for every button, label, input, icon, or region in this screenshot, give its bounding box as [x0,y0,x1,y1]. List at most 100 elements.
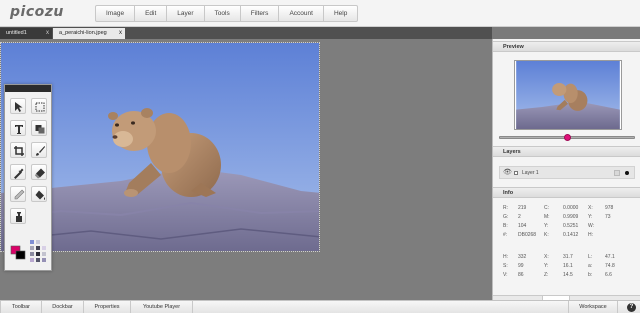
background-color-swatch [15,250,26,260]
info-row: V: 86 Z: 14.5 b: 6.6 [493,272,640,281]
info-value: 0.9909 [563,214,579,220]
app-logo: picozu [10,4,64,20]
tab-label: a_peraichi-lion.jpeg [59,30,107,36]
zoom-slider-handle[interactable] [564,134,571,141]
layer-thumbnail [614,170,620,176]
info-row: H: 332 X: 31.7 L: 47.1 [493,254,640,263]
info-value: 0.0000 [563,205,579,211]
info-label: S: [503,263,508,269]
clone-tool-icon[interactable] [10,208,26,224]
info-value: 14.5 [563,272,573,278]
info-value: 74.8 [605,263,615,269]
info-label: H: [588,232,593,238]
info-label: Z: [544,272,549,278]
info-header: Info [493,187,640,198]
shape-tool-icon[interactable] [31,120,47,136]
info-label: Y: [588,214,593,220]
color-swatches[interactable] [8,240,50,268]
info-row: R: 219 C: 0.0000 X: 978 [493,205,640,214]
info-value: 2 [518,214,521,220]
info-label: B: [503,223,508,229]
toolbox-panel[interactable] [4,84,52,271]
info-value: DB0268 [518,232,537,238]
info-value: 99 [518,263,524,269]
layer-active-dot-icon [625,171,629,175]
info-label: a: [588,263,593,269]
info-label: X: [544,254,549,260]
tab-label: untitled1 [6,30,27,36]
info-label: X: [588,205,593,211]
text-tool-icon[interactable] [10,120,26,136]
document-tabs: untitled1 x a_peraichi-lion.jpeg x [0,27,492,39]
info-label: C: [544,205,549,211]
smudge-tool-icon[interactable] [10,186,26,202]
info-label: V: [503,272,508,278]
info-label: #: [503,232,508,238]
info-label: W: [588,223,595,229]
layer-name: Layer 1 [522,170,539,176]
info-label: H: [503,254,508,260]
toolbar-toggle-button[interactable]: Toolbar [0,301,42,313]
info-value: 978 [605,205,614,211]
menu-bar: picozu Image Edit Layer Tools Filters Ac… [0,0,640,27]
info-label: K: [544,232,549,238]
fill-tool-icon[interactable] [31,186,47,202]
info-value: 47.1 [605,254,615,260]
marquee-tool-icon[interactable] [31,98,47,114]
info-label: Y: [544,263,549,269]
info-value: 0.5251 [563,223,579,229]
menu-filters[interactable]: Filters [240,5,280,22]
menu-edit[interactable]: Edit [135,5,168,22]
menu-image[interactable]: Image [95,5,136,22]
workspace-area [0,39,492,300]
properties-toggle-button[interactable]: Properties [84,301,131,313]
info-row: B: 104 Y: 0.5251 W: [493,223,640,232]
layer-checkbox[interactable] [514,171,518,175]
menu-help[interactable]: Help [323,5,359,22]
main-menu: Image Edit Layer Tools Filters Account H… [95,5,359,22]
info-label: R: [503,205,508,211]
menu-account[interactable]: Account [279,5,324,22]
zoom-slider[interactable] [499,134,635,141]
youtube-player-button[interactable]: Youtube Player [131,301,193,313]
info-label: M: [544,214,550,220]
toolbox-drag-handle[interactable] [5,85,51,92]
brush-tool-icon[interactable] [31,142,47,158]
menu-tools[interactable]: Tools [204,5,241,22]
info-label: L: [588,254,593,260]
info-value: 6.6 [605,272,612,278]
dockbar-toggle-button[interactable]: Dockbar [42,301,84,313]
preview-header: Preview [493,41,640,52]
info-row: G: 2 M: 0.9909 Y: 73 [493,214,640,223]
bottom-bar: Toolbar Dockbar Properties Youtube Playe… [0,300,640,313]
eyedropper-tool-icon[interactable] [10,164,26,180]
info-value: 31.7 [563,254,573,260]
tab-lion-image[interactable]: a_peraichi-lion.jpeg x [53,28,125,39]
info-value: 0.1412 [563,232,579,238]
layer-row[interactable]: 👁 Layer 1 [499,166,635,179]
crop-tool-icon[interactable] [10,142,26,158]
menu-layer[interactable]: Layer [167,5,205,22]
info-value: 219 [518,205,527,211]
layers-header: Layers [493,146,640,157]
info-row: S: 99 Y: 16.1 a: 74.8 [493,263,640,272]
eye-icon[interactable]: 👁 [503,167,512,179]
info-value: 104 [518,223,527,229]
tab-untitled1[interactable]: untitled1 x [0,28,52,39]
tab-close-icon[interactable]: x [119,28,122,39]
eraser-tool-icon[interactable] [31,164,47,180]
move-tool-icon[interactable] [10,98,26,114]
info-value: 16.1 [563,263,573,269]
right-panel: Preview Layers 👁 Layer 1 Info R: 219 C: … [492,39,640,300]
info-value: 332 [518,254,527,260]
help-icon[interactable]: ? [627,303,636,312]
info-value: 73 [605,214,611,220]
info-label: G: [503,214,509,220]
info-row: #: DB0268 K: 0.1412 H: [493,232,640,241]
info-value: 86 [518,272,524,278]
tab-close-icon[interactable]: x [46,28,49,39]
info-label: Y: [544,223,549,229]
preview-thumbnail[interactable] [514,60,622,130]
workspace-button[interactable]: Workspace [568,301,618,313]
info-label: b: [588,272,593,278]
